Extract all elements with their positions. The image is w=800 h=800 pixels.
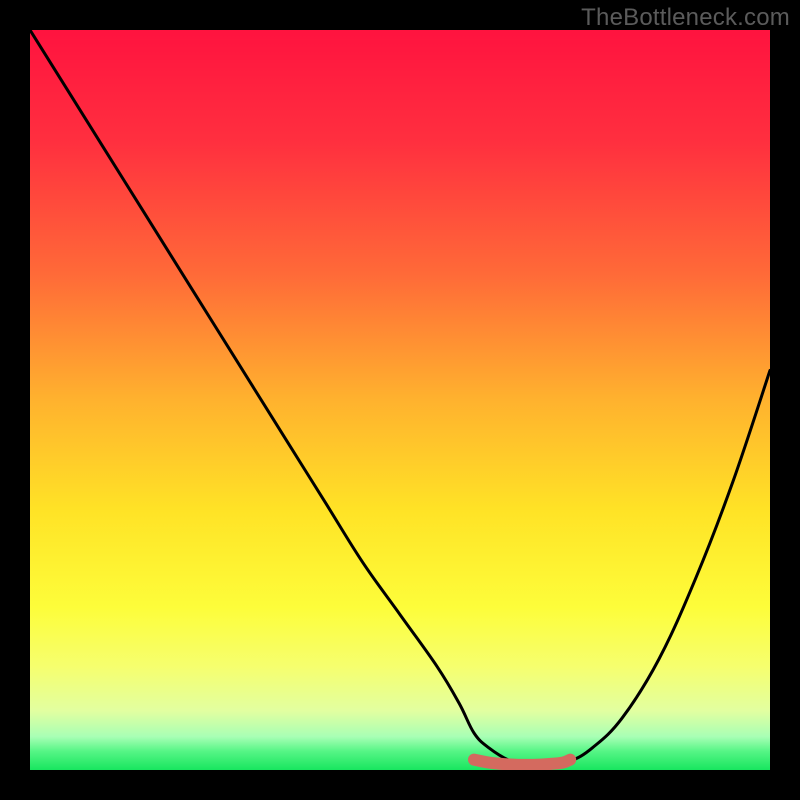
optimal-range-marker xyxy=(474,760,570,765)
chart-frame: TheBottleneck.com xyxy=(0,0,800,800)
bottleneck-chart xyxy=(30,30,770,770)
watermark-text: TheBottleneck.com xyxy=(581,4,790,32)
